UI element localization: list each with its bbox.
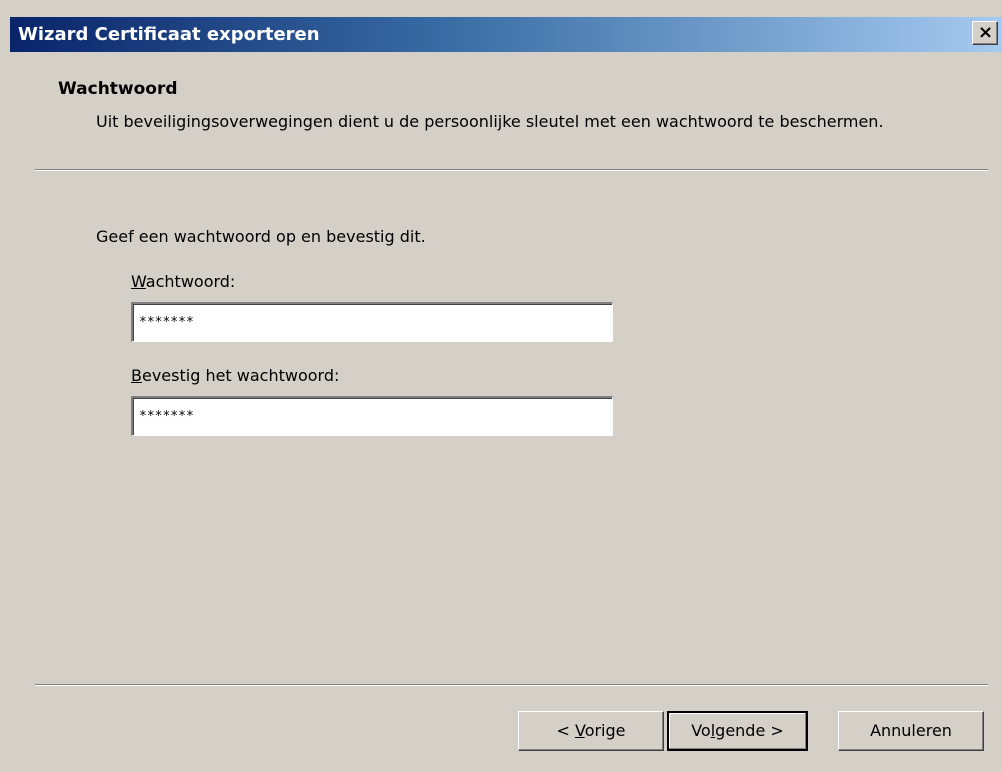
title-bar: Wizard Certificaat exporteren ×	[10, 17, 1002, 52]
password-input[interactable]	[131, 302, 613, 342]
back-rest: orige	[584, 721, 626, 740]
next-button[interactable]: Volgende >	[667, 711, 808, 751]
close-icon: ×	[978, 22, 994, 43]
confirm-password-label: Bevestig het wachtwoord:	[131, 366, 339, 385]
back-prefix: <	[556, 721, 575, 740]
confirm-label-rest: evestig het wachtwoord:	[141, 366, 340, 385]
confirm-password-input[interactable]	[131, 396, 613, 436]
next-rest: gende >	[715, 721, 784, 740]
window-title: Wizard Certificaat exporteren	[18, 24, 320, 45]
confirm-label-mnemonic: B	[131, 366, 142, 385]
close-button[interactable]: ×	[972, 21, 998, 45]
password-label-rest: achtwoord:	[145, 272, 236, 291]
footer-divider	[35, 684, 988, 686]
page-subtitle: Uit beveiligingsoverwegingen dient u de …	[96, 112, 884, 131]
intro-text: Geef een wachtwoord op en bevestig dit.	[96, 227, 426, 246]
password-label-mnemonic: W	[131, 272, 146, 291]
page-heading: Wachtwoord	[58, 79, 178, 99]
back-mnemonic: V	[574, 721, 585, 740]
header-divider	[35, 169, 988, 171]
next-prefix: Vo	[691, 721, 711, 740]
password-label: Wachtwoord:	[131, 272, 235, 291]
wizard-dialog: Wizard Certificaat exporteren × Wachtwoo…	[0, 0, 1002, 772]
cancel-button[interactable]: Annuleren	[838, 711, 984, 751]
back-button[interactable]: < Vorige	[518, 711, 664, 751]
